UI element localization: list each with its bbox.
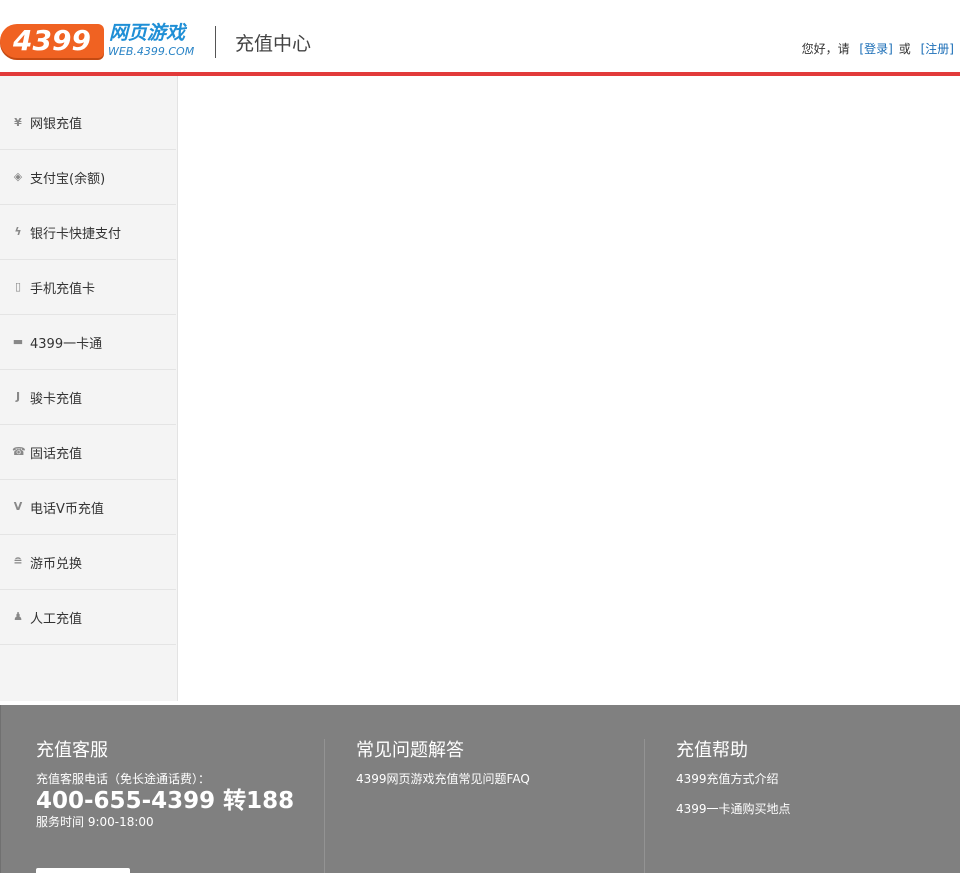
user-bar: 您好，请 [登录] 或 [注册] bbox=[802, 41, 954, 57]
content-panel bbox=[178, 76, 960, 701]
sidebar-item-coin-exchange[interactable]: ≘ 游币兑换 bbox=[0, 535, 176, 590]
logo-chinese-text: 网页游戏 bbox=[109, 22, 186, 44]
card-icon: ▬ bbox=[12, 335, 24, 348]
yen-icon: ¥ bbox=[14, 115, 22, 129]
sidebar-item-label: 银行卡快捷支付 bbox=[30, 226, 122, 242]
sidebar-item-mobile-card[interactable]: ▯ 手机充值卡 bbox=[0, 260, 176, 315]
sidebar-item-label: 4399一卡通 bbox=[30, 336, 103, 352]
help-link-recharge-methods[interactable]: 4399充值方式介绍 bbox=[676, 772, 956, 787]
sidebar-item-v-coin[interactable]: V 电话V币充值 bbox=[0, 480, 176, 535]
header-divider bbox=[215, 26, 216, 58]
greeting-text: 您好，请 bbox=[801, 42, 850, 56]
sidebar-item-label: 游币兑换 bbox=[30, 556, 83, 572]
sidebar-item-label: 骏卡充值 bbox=[30, 391, 83, 407]
sidebar-item-label: 人工充值 bbox=[30, 611, 83, 627]
help-link-card-purchase[interactable]: 4399一卡通购买地点 bbox=[676, 802, 956, 817]
sidebar-item-manual[interactable]: ♟ 人工充值 bbox=[0, 590, 176, 645]
v-coin-icon: V bbox=[13, 500, 23, 513]
service-hours: 服务时间 9:00-18:00 bbox=[36, 815, 154, 829]
logo-number: 4399 bbox=[0, 24, 104, 58]
sidebar-item-alipay[interactable]: ◈ 支付宝(余额) bbox=[0, 150, 176, 205]
service-phone-number: 400-655-4399 转188 bbox=[36, 788, 295, 814]
page-header: 4399 网页游戏 WEB.4399.COM 充值中心 您好，请 [登录] 或 [… bbox=[0, 0, 960, 76]
footer-help-column: 充值帮助 4399充值方式介绍 4399一卡通购买地点 bbox=[676, 740, 956, 873]
logo-domain-text: WEB.4399.COM bbox=[108, 45, 195, 58]
footer-help-title: 充值帮助 bbox=[676, 740, 748, 761]
footer-faq-title: 常见问题解答 bbox=[356, 740, 464, 761]
sidebar-item-landline[interactable]: ☎ 固话充值 bbox=[0, 425, 176, 480]
sidebar-item-label: 网银充值 bbox=[30, 117, 83, 132]
footer-divider bbox=[324, 739, 325, 873]
site-logo[interactable]: 4399 网页游戏 WEB.4399.COM bbox=[0, 22, 200, 60]
lightning-icon: ϟ bbox=[14, 225, 22, 238]
j-card-icon: J bbox=[15, 390, 21, 403]
login-link[interactable]: [登录] bbox=[859, 42, 892, 56]
sidebar-item-4399-card[interactable]: ▬ 4399一卡通 bbox=[0, 315, 176, 370]
shield-icon: ◈ bbox=[13, 170, 23, 183]
register-link[interactable]: [注册] bbox=[921, 42, 954, 56]
footer-service-title: 充值客服 bbox=[36, 740, 108, 761]
sidebar-item-label: 手机充值卡 bbox=[30, 281, 96, 297]
footer-service-column: 充值客服 充值客服电话（免长途通话费）： 400-655-4399 转188 服… bbox=[36, 740, 321, 873]
faq-link[interactable]: 4399网页游戏充值常见问题FAQ bbox=[356, 772, 641, 787]
person-icon: ♟ bbox=[13, 610, 23, 623]
telephone-icon: ☎ bbox=[12, 445, 26, 458]
service-phone-label: 充值客服电话（免长途通话费）： bbox=[36, 772, 211, 786]
mobile-phone-icon: ▯ bbox=[14, 280, 22, 293]
coins-icon: ≘ bbox=[13, 555, 23, 568]
sidebar-item-label: 支付宝(余额) bbox=[30, 171, 106, 187]
sidebar-item-quick-bank-card[interactable]: ϟ 银行卡快捷支付 bbox=[0, 205, 176, 260]
footer-service-button[interactable] bbox=[36, 868, 130, 878]
sidebar-item-online-banking[interactable]: ¥ 网银充值 bbox=[0, 96, 176, 150]
sidebar-item-label: 固话充值 bbox=[30, 446, 83, 462]
page-title: 充值中心 bbox=[235, 33, 312, 55]
sidebar-item-jcard[interactable]: J 骏卡充值 bbox=[0, 370, 176, 425]
sidebar-item-label: 电话V币充值 bbox=[30, 501, 104, 517]
footer-faq-column: 常见问题解答 4399网页游戏充值常见问题FAQ bbox=[356, 740, 641, 873]
or-text: 或 bbox=[898, 42, 911, 56]
page-footer: 充值客服 充值客服电话（免长途通话费）： 400-655-4399 转188 服… bbox=[0, 705, 960, 878]
recharge-method-sidebar: ¥ 网银充值 ◈ 支付宝(余额) ϟ 银行卡快捷支付 ▯ 手机充值卡 ▬ 439… bbox=[0, 76, 178, 701]
footer-divider bbox=[644, 739, 645, 873]
main-area: ¥ 网银充值 ◈ 支付宝(余额) ϟ 银行卡快捷支付 ▯ 手机充值卡 ▬ 439… bbox=[0, 76, 960, 701]
